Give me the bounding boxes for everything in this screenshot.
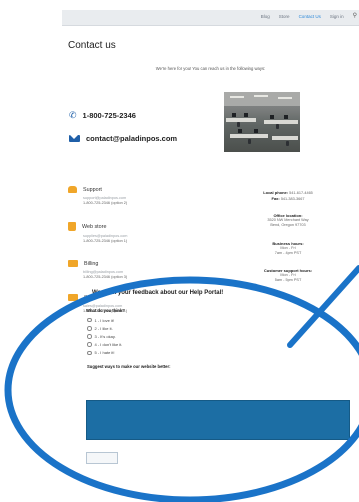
submit-button[interactable] bbox=[86, 452, 118, 464]
photo-light bbox=[254, 95, 268, 97]
main-email-row: contact@paladinpos.com bbox=[69, 134, 177, 143]
radio-button[interactable] bbox=[87, 342, 92, 347]
suggest-label: Suggest ways to make our website better: bbox=[87, 364, 171, 369]
rating-option[interactable]: 3 - It's okay. bbox=[87, 332, 122, 340]
photo-monitor bbox=[270, 115, 274, 119]
envelope-icon bbox=[69, 135, 80, 142]
local-phone-block: Local phone: 541-617-4465 Fax: 541-383-3… bbox=[248, 190, 328, 202]
photo-light bbox=[278, 97, 292, 99]
rating-option-label: 5 - I hate it! bbox=[94, 350, 115, 356]
business-hours-block: Business hours: Mon - Fri 7am - 4pm PST bbox=[248, 241, 328, 256]
rating-option[interactable]: 1 - I love it! bbox=[87, 316, 122, 324]
department-web-store: Web store supplies@paladinpos.com 1-800-… bbox=[68, 222, 218, 243]
office-photo bbox=[224, 92, 300, 152]
support-hours-block: Customer support hours: Mon - Fri 5am - … bbox=[248, 268, 328, 283]
photo-person bbox=[237, 122, 240, 127]
photo-desk bbox=[272, 136, 298, 140]
photo-monitor bbox=[238, 129, 242, 133]
department-phone: 1-800-725-2346 (option 3) bbox=[83, 275, 128, 279]
rating-option-label: 4 - I don't like it. bbox=[94, 342, 123, 348]
nav-contact-us[interactable]: Contact Us bbox=[299, 14, 321, 19]
department-email[interactable]: supplies@paladinpos.com bbox=[83, 234, 218, 238]
department-name: Support bbox=[83, 186, 102, 193]
shopping-bag-icon bbox=[68, 222, 76, 231]
page-title: Contact us bbox=[68, 40, 116, 51]
radio-button[interactable] bbox=[87, 350, 92, 356]
department-phone: 1-800-725-2346 (option 1) bbox=[83, 239, 128, 243]
local-phone-label: Local phone: bbox=[263, 190, 289, 195]
rating-option[interactable]: 4 - I don't like it. bbox=[87, 341, 122, 349]
sales-tag-icon bbox=[68, 294, 78, 301]
department-phone: 1-800-725-2346 (option 2) bbox=[83, 201, 128, 205]
feedback-title: We want your feedback about our Help Por… bbox=[92, 290, 224, 296]
support-people-icon bbox=[68, 186, 77, 193]
office-location-block: Office location: 3520 NW Merchant Way Be… bbox=[248, 213, 328, 228]
nav-blog[interactable]: Blog bbox=[261, 14, 270, 19]
photo-desk bbox=[230, 134, 268, 138]
intro-text: We're here for you! You can reach us in … bbox=[155, 66, 266, 71]
photo-monitor bbox=[244, 113, 248, 117]
radio-button[interactable] bbox=[87, 334, 92, 339]
nav-store[interactable]: Store bbox=[279, 14, 290, 19]
photo-monitor bbox=[284, 115, 288, 119]
department-support: Support support@paladinpos.com 1-800-725… bbox=[68, 186, 218, 205]
fax-label: Fax: bbox=[271, 196, 280, 201]
radio-button[interactable] bbox=[87, 326, 92, 331]
main-phone-row: ✆ 1-800-725-2346 bbox=[69, 110, 136, 121]
photo-person bbox=[276, 124, 279, 129]
photo-monitor bbox=[254, 129, 258, 133]
main-email-link[interactable]: contact@paladinpos.com bbox=[86, 134, 177, 143]
rating-options: 1 - I love it! 2 - I like it. 3 - It's o… bbox=[87, 316, 122, 357]
office-address-line2: Bend, Oregon 97703 bbox=[270, 223, 306, 227]
radio-button[interactable] bbox=[87, 317, 92, 323]
photo-person bbox=[286, 141, 289, 146]
rating-option[interactable]: 2 - I like it. bbox=[87, 324, 122, 332]
suggestion-textarea[interactable] bbox=[86, 400, 350, 440]
photo-desk bbox=[226, 118, 256, 122]
photo-light bbox=[230, 96, 244, 98]
rating-option[interactable]: 5 - I hate it! bbox=[87, 349, 122, 357]
rating-option-label: 2 - I like it. bbox=[94, 325, 113, 331]
annotation-ellipse bbox=[4, 276, 359, 502]
photo-person bbox=[248, 139, 251, 144]
credit-card-icon bbox=[68, 260, 78, 267]
department-email[interactable]: support@paladinpos.com bbox=[83, 196, 218, 200]
photo-desk bbox=[264, 120, 298, 124]
fax-value: 541-383-3667 bbox=[280, 197, 305, 201]
phone-icon: ✆ bbox=[69, 110, 77, 120]
top-navigation-bar: Blog Store Contact Us Sign in ⚲ bbox=[62, 10, 359, 26]
search-icon[interactable]: ⚲ bbox=[353, 13, 357, 19]
nav-menu: Blog Store Contact Us Sign in ⚲ bbox=[261, 13, 357, 19]
rating-option-label: 1 - I love it! bbox=[94, 317, 115, 323]
nav-sign-in[interactable]: Sign in bbox=[330, 14, 344, 19]
department-email[interactable]: billing@paladinpos.com bbox=[83, 270, 218, 274]
department-name: Billing bbox=[84, 260, 99, 267]
rating-option-label: 3 - It's okay. bbox=[94, 333, 116, 339]
photo-monitor bbox=[232, 113, 236, 117]
department-billing: Billing billing@paladinpos.com 1-800-725… bbox=[68, 260, 218, 279]
local-phone-value: 541-617-4465 bbox=[289, 191, 313, 195]
support-hours-time: 5am - 5pm PST bbox=[274, 278, 302, 282]
department-name: Web store bbox=[82, 223, 107, 230]
business-hours-time: 7am - 4pm PST bbox=[274, 251, 302, 255]
feedback-question: What do you think? bbox=[86, 308, 125, 313]
main-phone-number[interactable]: 1-800-725-2346 bbox=[83, 111, 136, 120]
